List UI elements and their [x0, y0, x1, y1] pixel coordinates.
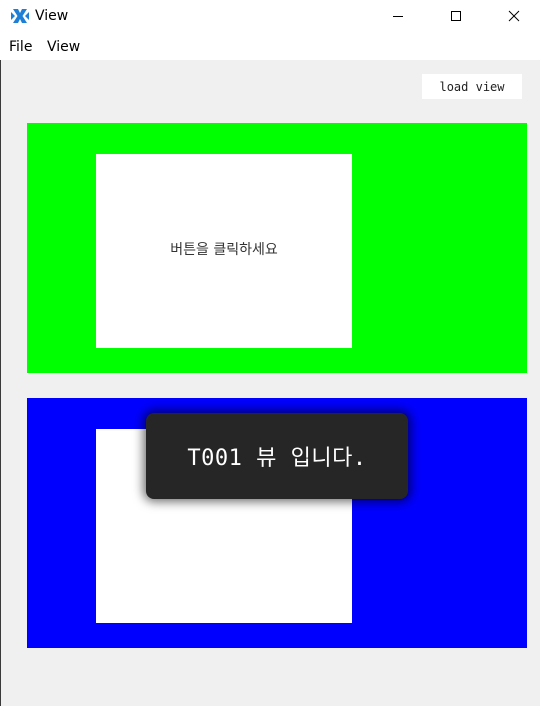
- view-content: 버튼을 클릭하세요: [96, 154, 352, 348]
- close-button[interactable]: [491, 0, 537, 32]
- close-icon: [508, 7, 520, 26]
- app-window: View File View load view 버튼을 클릭하세요 T001 …: [0, 0, 540, 706]
- load-view-button[interactable]: load view: [422, 74, 522, 99]
- view-placeholder-text: 버튼을 클릭하세요: [170, 242, 278, 258]
- menu-file[interactable]: File: [9, 39, 32, 55]
- window-title: View: [35, 8, 69, 24]
- minimize-button[interactable]: [375, 0, 421, 32]
- menu-bar: File View: [0, 33, 540, 60]
- title-bar[interactable]: View: [0, 0, 540, 33]
- toast-message: T001 뷰 입니다.: [187, 446, 367, 471]
- maximize-button[interactable]: [433, 0, 479, 32]
- client-area: load view 버튼을 클릭하세요: [0, 60, 540, 706]
- menu-view[interactable]: View: [47, 39, 80, 55]
- minimize-icon: [392, 7, 404, 26]
- maximize-icon: [450, 7, 462, 26]
- view-panel-green: 버튼을 클릭하세요: [27, 123, 527, 373]
- app-logo-icon: [10, 7, 30, 25]
- toast-notification: T001 뷰 입니다.: [146, 413, 408, 499]
